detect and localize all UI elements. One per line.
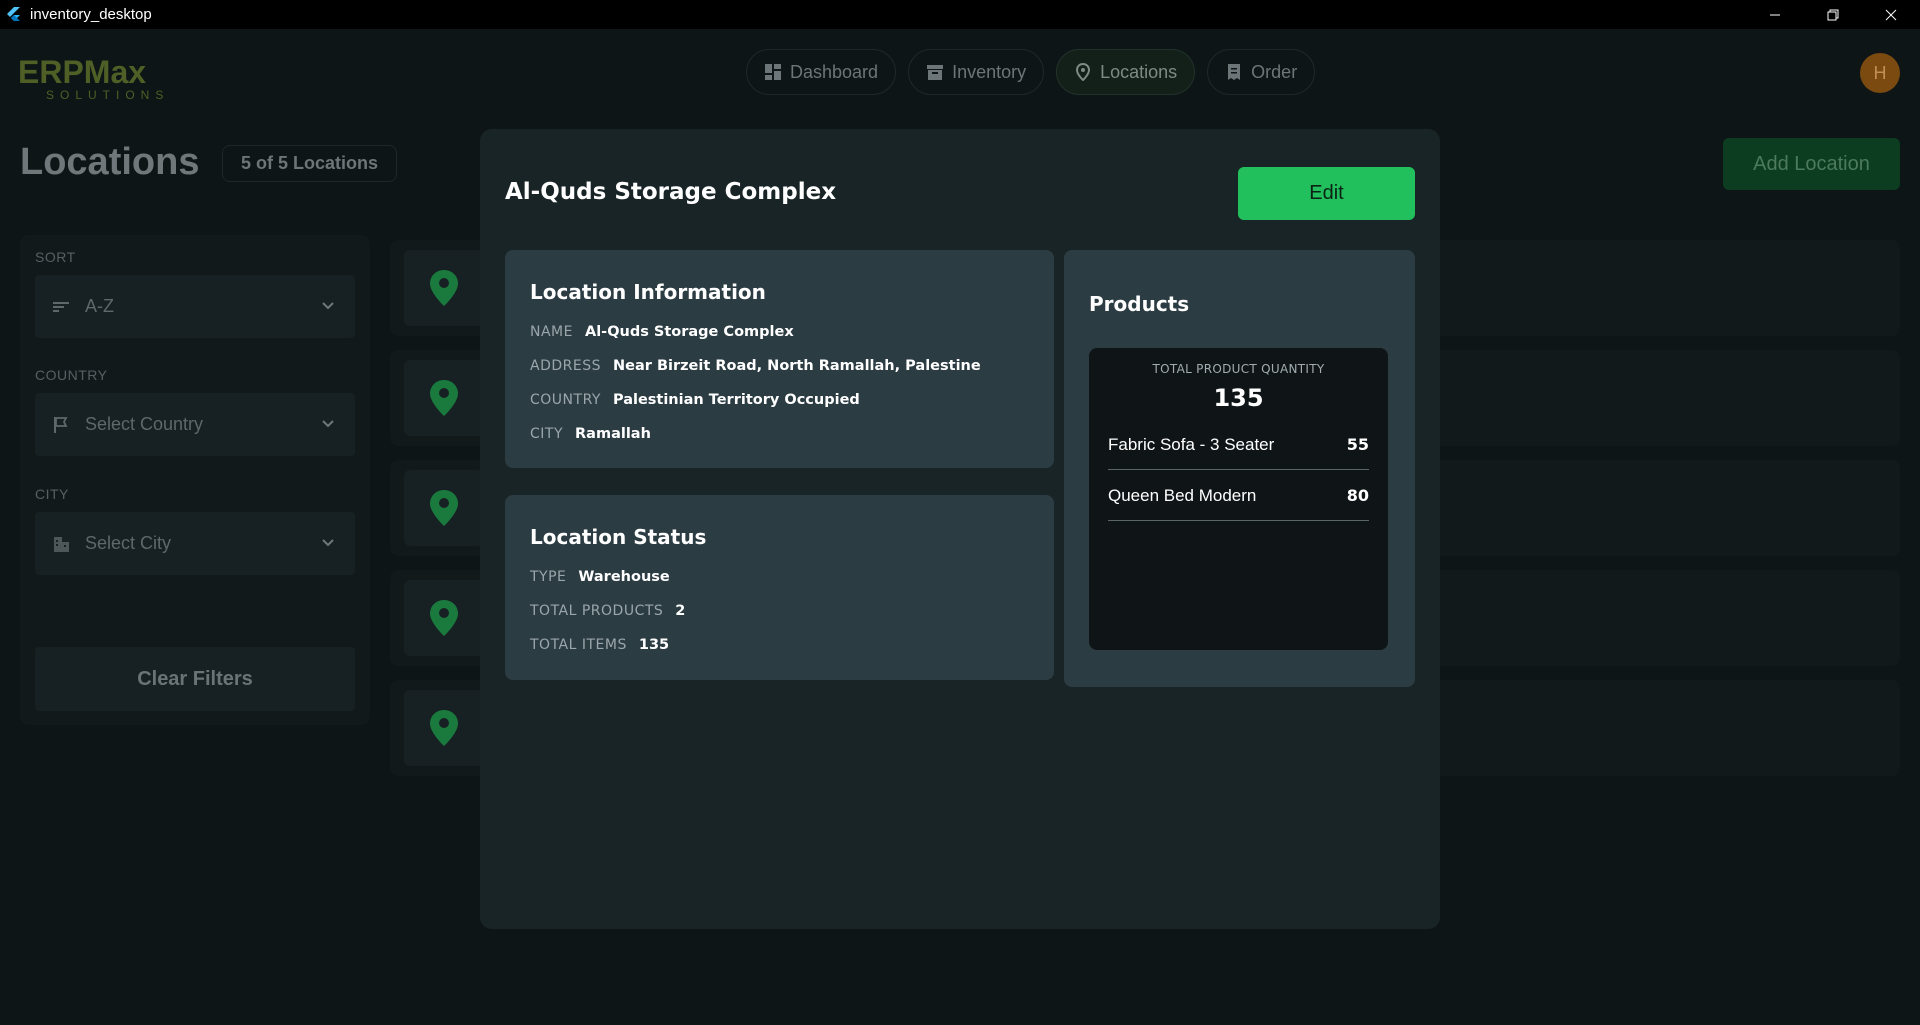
- sort-select[interactable]: A-Z: [35, 275, 355, 338]
- receipt-icon: [1228, 64, 1241, 80]
- info-value: 2: [675, 603, 686, 619]
- panel-title: Products: [1089, 292, 1190, 316]
- product-name: Queen Bed Modern: [1108, 485, 1257, 505]
- info-value: Palestinian Territory Occupied: [612, 392, 860, 408]
- products-list: TOTAL PRODUCT QUANTITY 135 Fabric Sofa -…: [1089, 348, 1388, 650]
- product-qty: 55: [1346, 435, 1369, 454]
- info-value: Al-Quds Storage Complex: [584, 324, 794, 340]
- window-title: inventory_desktop: [30, 6, 152, 23]
- location-pin-icon: [430, 490, 458, 526]
- info-row-total-items: TOTAL ITEMS 135: [530, 637, 669, 653]
- location-pin-icon: [1076, 63, 1091, 81]
- panel-title: Location Status: [530, 525, 707, 549]
- info-row-city: CITY Ramallah: [530, 426, 651, 442]
- city-label: CITY: [35, 486, 69, 502]
- nav-locations[interactable]: Locations: [1056, 49, 1196, 95]
- chevron-down-icon: [322, 302, 334, 310]
- total-quantity-label: TOTAL PRODUCT QUANTITY: [1152, 362, 1325, 376]
- info-key: COUNTRY: [530, 392, 601, 408]
- country-placeholder: Select Country: [85, 414, 204, 434]
- location-status-panel: Location Status TYPE Warehouse TOTAL PRO…: [505, 495, 1054, 680]
- minimize-button[interactable]: [1746, 0, 1804, 29]
- product-row: Queen Bed Modern 80: [1108, 471, 1369, 521]
- top-navigation: Dashboard Inventory Locations Order: [746, 49, 1316, 95]
- close-button[interactable]: [1862, 0, 1920, 29]
- locations-count-badge: 5 of 5 Locations: [222, 145, 398, 182]
- product-name: Fabric Sofa - 3 Seater: [1108, 434, 1275, 454]
- restore-icon: [1827, 9, 1839, 20]
- window-titlebar: inventory_desktop: [0, 0, 1920, 29]
- city-select[interactable]: Select City: [35, 512, 355, 575]
- product-qty: 80: [1346, 486, 1369, 505]
- info-key: CITY: [530, 426, 564, 442]
- flag-icon: [54, 416, 68, 433]
- info-row-address: ADDRESS Near Birzeit Road, North Ramalla…: [530, 358, 981, 374]
- info-key: ADDRESS: [530, 358, 601, 374]
- nav-label: Locations: [1100, 61, 1178, 82]
- building-icon: [54, 536, 69, 552]
- country-label: COUNTRY: [35, 367, 108, 383]
- country-select[interactable]: Select Country: [35, 393, 355, 456]
- info-row-name: NAME Al-Quds Storage Complex: [530, 324, 794, 340]
- close-icon: [1885, 9, 1897, 20]
- location-detail-dialog: Al-Quds Storage Complex Edit Location In…: [480, 129, 1440, 929]
- dialog-title: Al-Quds Storage Complex: [505, 179, 837, 205]
- svg-text:SOLUTIONS: SOLUTIONS: [46, 88, 169, 101]
- page-title: Locations: [20, 141, 200, 183]
- nav-label: Inventory: [952, 61, 1027, 82]
- location-pin-icon: [430, 270, 458, 306]
- nav-order[interactable]: Order: [1207, 49, 1316, 95]
- sort-value: A-Z: [85, 296, 114, 316]
- info-key: TOTAL PRODUCTS: [530, 603, 664, 619]
- svg-text:ERPMax: ERPMax: [18, 54, 146, 90]
- products-panel: Products TOTAL PRODUCT QUANTITY 135 Fabr…: [1064, 250, 1415, 687]
- sort-icon: [53, 301, 69, 312]
- add-location-button[interactable]: Add Location: [1723, 138, 1900, 190]
- edit-button[interactable]: Edit: [1238, 167, 1415, 220]
- info-value: 135: [638, 637, 670, 653]
- nav-label: Order: [1251, 61, 1298, 82]
- location-pin-icon: [430, 710, 458, 746]
- total-quantity-value: 135: [1213, 384, 1264, 412]
- nav-label: Dashboard: [790, 61, 879, 82]
- location-information-panel: Location Information NAME Al-Quds Storag…: [505, 250, 1054, 468]
- product-row: Fabric Sofa - 3 Seater 55: [1108, 420, 1369, 470]
- info-row-type: TYPE Warehouse: [530, 569, 670, 585]
- info-key: NAME: [530, 324, 573, 340]
- location-pin-icon: [430, 380, 458, 416]
- city-placeholder: Select City: [85, 533, 172, 553]
- panel-title: Location Information: [530, 280, 766, 304]
- sort-label: SORT: [35, 249, 76, 265]
- info-value: Ramallah: [575, 426, 651, 442]
- minimize-icon: [1770, 14, 1780, 15]
- info-value: Warehouse: [578, 569, 670, 585]
- clear-filters-button[interactable]: Clear Filters: [35, 647, 355, 711]
- chevron-down-icon: [322, 539, 334, 547]
- filters-panel: SORT A-Z COUNTRY Select Country CITY Sel…: [20, 235, 370, 725]
- nav-dashboard[interactable]: Dashboard: [746, 49, 897, 95]
- dashboard-icon: [765, 64, 781, 80]
- archive-icon: [927, 65, 944, 80]
- info-row-country: COUNTRY Palestinian Territory Occupied: [530, 392, 860, 408]
- user-avatar[interactable]: H: [1860, 53, 1900, 93]
- location-pin-icon: [430, 600, 458, 636]
- restore-button[interactable]: [1804, 0, 1862, 29]
- flutter-icon: [7, 6, 20, 21]
- info-key: TOTAL ITEMS: [530, 637, 627, 653]
- chevron-down-icon: [322, 420, 334, 428]
- info-value: Near Birzeit Road, North Ramallah, Pales…: [612, 358, 981, 374]
- info-row-total-products: TOTAL PRODUCTS 2: [530, 603, 685, 619]
- info-key: TYPE: [530, 569, 567, 585]
- nav-inventory[interactable]: Inventory: [908, 49, 1045, 95]
- erpmax-logo: ERPMax SOLUTIONS: [18, 54, 169, 101]
